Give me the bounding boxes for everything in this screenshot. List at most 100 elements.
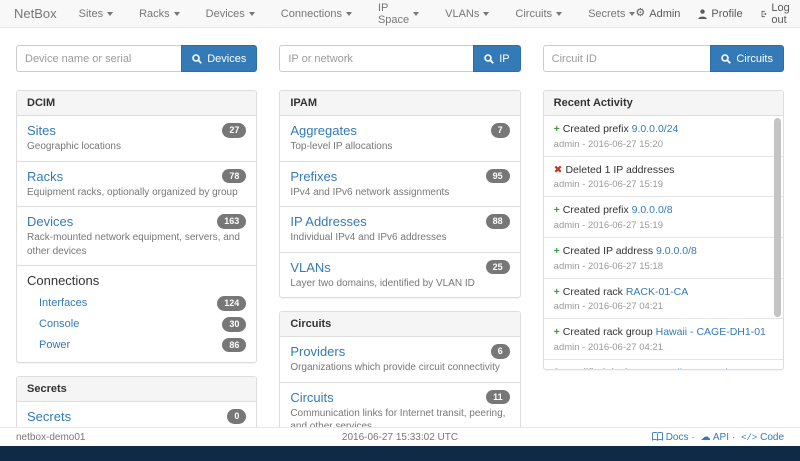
nav-item-label: Racks <box>139 8 170 20</box>
nav-item-vlans[interactable]: VLANs <box>445 8 489 20</box>
list-item-vlans: VLANs25 Layer two domains, identified by… <box>280 253 519 298</box>
activity-action: Created rack <box>563 286 623 298</box>
navbar: NetBox Sites Racks Devices Connections I… <box>0 0 800 28</box>
providers-count-badge: 6 <box>491 344 510 359</box>
chevron-down-icon <box>556 12 562 16</box>
cross-icon <box>554 164 563 176</box>
nav-menu: Sites Racks Devices Connections IP Space… <box>79 2 636 26</box>
racks-count-badge: 78 <box>222 169 246 184</box>
circuit-search-input[interactable] <box>543 45 711 72</box>
column-ipam: IPAM Aggregates7 Top-level IP allocation… <box>279 90 520 455</box>
footer-links: Docs· ☁ API· </> Code <box>528 432 784 443</box>
ip-search-input[interactable] <box>279 45 473 72</box>
activity-action: Created prefix <box>563 204 629 216</box>
activity-object-link[interactable]: 9.0.0.0/8 <box>632 204 673 216</box>
search-row: Devices IP Circuits <box>0 45 800 72</box>
circuits-count-badge: 11 <box>486 390 510 405</box>
nav-item-label: VLANs <box>445 8 479 20</box>
activity-item: Created rack RACK-01-CA admin - 2016-06-… <box>544 279 783 320</box>
activity-action: Created prefix <box>563 123 629 135</box>
device-search-button-label: Devices <box>207 53 246 65</box>
activity-list: Created prefix 9.0.0.0/24 admin - 2016-0… <box>544 116 783 369</box>
ip-search-button[interactable]: IP <box>473 45 520 72</box>
chevron-down-icon <box>483 12 489 16</box>
cloud-icon: ☁ <box>701 432 711 443</box>
activity-object-link[interactable]: RACK-01-CA <box>626 286 688 298</box>
dcim-panel-title: DCIM <box>17 91 256 116</box>
sites-count-badge: 27 <box>222 123 246 138</box>
activity-action: Created rack group <box>563 326 653 338</box>
device-search-group: Devices <box>16 45 257 72</box>
devices-link[interactable]: Devices <box>27 214 73 229</box>
sites-link[interactable]: Sites <box>27 123 56 138</box>
console-link[interactable]: Console <box>39 318 79 330</box>
activity-object-link[interactable]: Hawaii - CAGE-DH1-01 <box>656 326 766 338</box>
user-icon <box>698 9 707 19</box>
connections-interfaces-row: Interfaces124 <box>27 293 246 314</box>
nav-item-devices[interactable]: Devices <box>206 8 255 20</box>
admin-link[interactable]: ⚙Admin <box>635 8 680 20</box>
brand[interactable]: NetBox <box>14 6 57 21</box>
api-link[interactable]: API <box>713 432 729 443</box>
power-link[interactable]: Power <box>39 339 70 351</box>
code-icon: </> <box>741 433 757 443</box>
aggregates-count-badge: 7 <box>491 123 510 138</box>
list-item-sites: Sites27 Geographic locations <box>17 116 256 162</box>
providers-link[interactable]: Providers <box>290 344 345 359</box>
plus-icon <box>554 245 560 257</box>
activity-item: Created prefix 9.0.0.0/8 admin - 2016-06… <box>544 197 783 238</box>
list-item-racks: Racks 78 Equipment racks, optionally orga… <box>17 162 256 208</box>
code-link[interactable]: Code <box>760 432 784 443</box>
prefixes-link[interactable]: Prefixes <box>290 169 337 184</box>
racks-description: Equipment racks, optionally organized by… <box>27 186 246 200</box>
chevron-down-icon <box>413 12 419 16</box>
circuit-search-group: Circuits <box>543 45 784 72</box>
activity-meta: admin - 2016-06-27 15:19 <box>554 179 767 190</box>
plus-icon <box>554 204 560 216</box>
ipam-panel: IPAM Aggregates7 Top-level IP allocation… <box>279 90 520 298</box>
column-dcim: DCIM Sites27 Geographic locations Racks7… <box>16 90 257 461</box>
prefixes-count-badge: 95 <box>486 169 510 184</box>
scrollbar-thumb[interactable] <box>774 118 781 317</box>
prefixes-description: IPv4 and IPv6 network assignments <box>290 186 509 200</box>
nav-user-menu: ⚙Admin Profile Log out <box>635 2 794 26</box>
list-item-providers: Providers6 Organizations which provide c… <box>280 337 519 383</box>
logout-icon <box>761 9 768 19</box>
activity-action: Deleted 1 IP addresses <box>565 164 674 176</box>
search-icon <box>484 54 494 64</box>
nav-item-circuits[interactable]: Circuits <box>515 8 562 20</box>
activity-object-link[interactable]: 9.0.0.0/24 <box>632 123 679 135</box>
racks-link[interactable]: Racks <box>27 169 63 184</box>
activity-scrollbar[interactable] <box>774 118 781 367</box>
chevron-down-icon <box>346 12 352 16</box>
nav-item-ip-space[interactable]: IP Space <box>378 2 419 26</box>
aggregates-link[interactable]: Aggregates <box>290 123 357 138</box>
nav-item-label: Sites <box>79 8 103 20</box>
interfaces-link[interactable]: Interfaces <box>39 297 87 309</box>
secrets-link[interactable]: Secrets <box>27 409 71 424</box>
profile-link[interactable]: Profile <box>698 8 742 20</box>
activity-action: Modified device type <box>565 367 661 369</box>
ip-addresses-link[interactable]: IP Addresses <box>290 214 366 229</box>
logout-link[interactable]: Log out <box>761 2 794 26</box>
nav-item-sites[interactable]: Sites <box>79 8 113 20</box>
nav-item-connections[interactable]: Connections <box>281 8 352 20</box>
circuits-link[interactable]: Circuits <box>290 390 333 405</box>
nav-item-racks[interactable]: Racks <box>139 8 180 20</box>
chevron-down-icon <box>174 12 180 16</box>
nav-item-secrets[interactable]: Secrets <box>588 8 635 20</box>
bottom-strip <box>0 446 800 461</box>
ip-search-button-label: IP <box>499 53 509 65</box>
vlans-link[interactable]: VLANs <box>290 260 330 275</box>
circuit-search-button[interactable]: Circuits <box>710 45 784 72</box>
docs-link[interactable]: Docs <box>666 432 689 443</box>
nav-item-label: IP Space <box>378 2 409 26</box>
search-icon <box>192 54 202 64</box>
gear-icon: ⚙ <box>635 8 645 19</box>
vlans-description: Layer two domains, identified by VLAN ID <box>290 277 509 291</box>
device-search-button[interactable]: Devices <box>181 45 257 72</box>
device-search-input[interactable] <box>16 45 181 72</box>
circuits-panel-title: Circuits <box>280 312 519 337</box>
nav-item-label: Circuits <box>515 8 552 20</box>
activity-object-link[interactable]: 9.0.0.0/8 <box>656 245 697 257</box>
